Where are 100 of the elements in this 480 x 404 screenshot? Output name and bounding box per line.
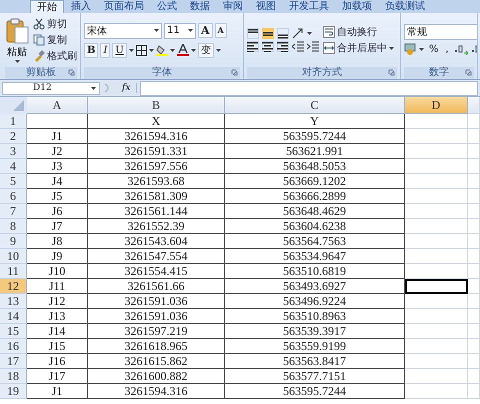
group-label: 剪贴板 bbox=[26, 67, 56, 79]
ribbon-tab[interactable]: 页面布局 bbox=[98, 0, 150, 13]
table-cell: 3261561.66 bbox=[88, 279, 225, 294]
empty-cell bbox=[468, 129, 480, 144]
row-header[interactable]: 4 bbox=[0, 159, 27, 174]
table-cell: J12 bbox=[27, 294, 88, 309]
underline-button[interactable]: U bbox=[112, 42, 127, 58]
empty-cell bbox=[468, 174, 480, 189]
wrap-text-button[interactable]: 自动换行 bbox=[323, 25, 394, 39]
paste-button[interactable]: 粘贴 bbox=[5, 18, 29, 62]
format-painter-button[interactable]: 格式刷 bbox=[33, 49, 77, 63]
copy-button[interactable]: 复制 bbox=[33, 33, 77, 47]
brush-icon bbox=[33, 50, 45, 62]
empty-cell bbox=[468, 369, 480, 384]
table-cell: 563564.7563 bbox=[225, 234, 405, 249]
bold-button[interactable]: B bbox=[84, 42, 98, 58]
merge-center-button[interactable]: 合并后居中 bbox=[323, 41, 394, 55]
align-right-icon bbox=[277, 41, 289, 52]
phonetic-button[interactable]: 变 bbox=[198, 42, 214, 58]
caret-icon bbox=[307, 32, 312, 35]
table-cell: 563534.9647 bbox=[225, 249, 405, 264]
table-cell: J1 bbox=[27, 384, 88, 399]
table-cell: 3261594.316 bbox=[88, 129, 225, 144]
comma-button[interactable]: , bbox=[444, 42, 451, 56]
column-header[interactable] bbox=[468, 97, 480, 114]
ribbon-tab[interactable]: 审阅 bbox=[217, 0, 249, 13]
font-name-dropdown[interactable]: 宋体 bbox=[84, 22, 162, 38]
group-label: 字体 bbox=[152, 67, 172, 79]
row-header[interactable]: 7 bbox=[0, 204, 27, 219]
percent-button[interactable]: % bbox=[427, 42, 441, 56]
row-header[interactable]: 15 bbox=[0, 324, 27, 339]
ribbon-tab[interactable]: 插入 bbox=[65, 0, 97, 13]
table-cell: 3261547.554 bbox=[88, 249, 225, 264]
ribbon-tab[interactable]: 公式 bbox=[151, 0, 183, 13]
empty-cell bbox=[468, 384, 480, 399]
increase-indent-icon bbox=[307, 41, 319, 52]
column-header[interactable]: B bbox=[88, 97, 225, 114]
table-cell: 563648.5053 bbox=[225, 159, 405, 174]
active-cell[interactable] bbox=[405, 279, 468, 294]
row-header[interactable]: 18 bbox=[0, 369, 27, 384]
table-cell: 3261561.144 bbox=[88, 204, 225, 219]
font-size-dropdown[interactable]: 11 bbox=[164, 22, 196, 38]
row-header[interactable]: 17 bbox=[0, 354, 27, 369]
row-header[interactable]: 19 bbox=[0, 384, 27, 399]
orientation-icon bbox=[292, 28, 304, 39]
table-cell: 563539.3917 bbox=[225, 324, 405, 339]
row-header[interactable]: 14 bbox=[0, 309, 27, 324]
italic-button[interactable]: I bbox=[100, 42, 110, 58]
ribbon-tab[interactable]: 开发工具 bbox=[283, 0, 335, 13]
font-color-icon bbox=[176, 44, 189, 56]
ribbon-tab[interactable]: 负载测试 bbox=[379, 0, 431, 13]
align-middle-icon bbox=[262, 28, 274, 39]
table-cell: 3261615.862 bbox=[88, 354, 225, 369]
insert-function-button[interactable]: fx bbox=[116, 83, 138, 93]
table-cell: 563563.8417 bbox=[225, 354, 405, 369]
row-header[interactable]: 6 bbox=[0, 189, 27, 204]
row-header[interactable]: 16 bbox=[0, 339, 27, 354]
row-header[interactable]: 8 bbox=[0, 219, 27, 234]
cut-button[interactable]: 剪切 bbox=[33, 17, 77, 31]
empty-cell bbox=[468, 324, 480, 339]
table-cell: J1 bbox=[27, 129, 88, 144]
formula-input[interactable] bbox=[140, 80, 478, 96]
row-header[interactable]: 10 bbox=[0, 249, 27, 264]
table-cell: J11 bbox=[27, 279, 88, 294]
ribbon-tab[interactable]: 数据 bbox=[184, 0, 216, 13]
row-header[interactable]: 1 bbox=[0, 114, 27, 129]
table-cell: 3261554.415 bbox=[88, 264, 225, 279]
number-format-dropdown[interactable]: 常规 bbox=[404, 24, 477, 40]
shrink-font-button[interactable]: A bbox=[214, 23, 227, 38]
ribbon-tab[interactable]: 视图 bbox=[250, 0, 282, 13]
decrease-indent-icon bbox=[292, 41, 304, 52]
align-center-icon bbox=[262, 41, 274, 52]
table-cell: J14 bbox=[27, 324, 88, 339]
grow-font-button[interactable]: A bbox=[198, 23, 213, 38]
ribbon-tab[interactable]: 开始 bbox=[30, 0, 64, 13]
table-cell: 3261600.882 bbox=[88, 369, 225, 384]
column-header[interactable]: A bbox=[27, 97, 88, 114]
table-cell: 3261597.219 bbox=[88, 324, 225, 339]
empty-cell bbox=[468, 309, 480, 324]
row-header[interactable]: 5 bbox=[0, 174, 27, 189]
row-header[interactable]: 13 bbox=[0, 294, 27, 309]
empty-cell bbox=[468, 159, 480, 174]
caret-icon bbox=[170, 48, 175, 52]
empty-cell bbox=[468, 204, 480, 219]
table-cell: J7 bbox=[27, 219, 88, 234]
empty-cell bbox=[468, 354, 480, 369]
column-header[interactable]: C bbox=[225, 97, 405, 114]
column-header[interactable]: D bbox=[405, 97, 468, 114]
row-header[interactable]: 3 bbox=[0, 144, 27, 159]
row-header[interactable]: 2 bbox=[0, 129, 27, 144]
row-header[interactable]: 12 bbox=[0, 279, 27, 294]
align-bottom-icon bbox=[277, 28, 289, 39]
row-header[interactable]: 9 bbox=[0, 234, 27, 249]
table-cell: 3261581.309 bbox=[88, 189, 225, 204]
table-cell: 3261594.316 bbox=[88, 384, 225, 399]
table-cell: 563510.6819 bbox=[225, 264, 405, 279]
ribbon-tab[interactable]: 加载项 bbox=[336, 0, 378, 13]
row-header[interactable]: 11 bbox=[0, 264, 27, 279]
table-cell: J3 bbox=[27, 159, 88, 174]
name-box[interactable]: D12 bbox=[2, 82, 100, 94]
